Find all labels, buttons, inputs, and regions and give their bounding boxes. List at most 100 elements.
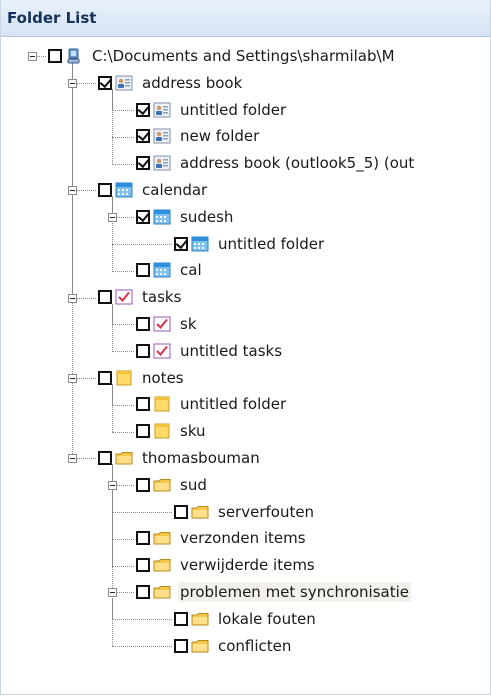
contacts-folder-icon [153, 102, 171, 118]
folder-label: untitled tasks [180, 342, 283, 360]
tree-connector-line [112, 432, 134, 433]
tree-connector-line [112, 110, 134, 111]
tree-item[interactable]: conflicten [174, 633, 293, 659]
tree-connector-line [112, 384, 113, 432]
folder-label: sku [180, 422, 206, 440]
collapse-toggle[interactable] [68, 454, 77, 463]
folder-label: untitled folder [180, 395, 287, 413]
tree-item[interactable]: C:\Documents and Settings\sharmilab\M [48, 43, 397, 69]
tree-item[interactable]: new folder [136, 123, 261, 149]
tree-connector-line [112, 164, 134, 165]
folder-checkbox[interactable] [136, 531, 150, 545]
folder-checkbox[interactable] [136, 317, 150, 331]
folder-checkbox[interactable] [98, 451, 112, 465]
folder-checkbox[interactable] [136, 209, 150, 224]
collapse-toggle[interactable] [108, 213, 117, 222]
tree-item[interactable]: verwijderde items [136, 552, 317, 578]
collapse-toggle[interactable] [108, 481, 117, 490]
tree-item[interactable]: thomasbouman [98, 445, 262, 471]
folder-checkbox[interactable] [136, 344, 150, 358]
folder-checkbox[interactable] [174, 612, 188, 626]
minus-icon [70, 458, 75, 459]
mail-folder-icon [153, 477, 171, 493]
folder-checkbox[interactable] [136, 155, 150, 170]
folder-checkbox[interactable] [136, 128, 150, 143]
minus-icon [110, 592, 115, 593]
tree-item[interactable]: address book [98, 70, 244, 96]
folder-checkbox[interactable] [136, 478, 150, 492]
collapse-toggle[interactable] [68, 294, 77, 303]
minus-icon [70, 378, 75, 379]
tree-connector-line [112, 539, 134, 540]
calendar-folder-icon [115, 182, 133, 198]
folder-label: verwijderde items [180, 556, 315, 574]
tree-item[interactable]: calendar [98, 177, 209, 203]
tree-item[interactable]: sudesh [136, 204, 235, 230]
notes-folder-icon [153, 396, 171, 412]
tree-item[interactable]: sud [136, 472, 209, 498]
folder-checkbox[interactable] [98, 75, 112, 90]
mail-folder-icon [191, 611, 209, 627]
folder-label: lokale fouten [218, 610, 316, 628]
tree-connector-line [112, 196, 113, 270]
folder-checkbox[interactable] [48, 49, 62, 63]
folder-checkbox[interactable] [136, 263, 150, 277]
folder-list-header: Folder List [1, 0, 490, 37]
tree-connector-line [112, 566, 134, 567]
folder-checkbox[interactable] [136, 424, 150, 438]
tasks-folder-icon [115, 289, 133, 305]
folder-label: untitled folder [180, 101, 287, 119]
folder-checkbox[interactable] [98, 183, 112, 197]
tree-item[interactable]: address book (outlook5_5) (out [136, 150, 416, 176]
tree-item[interactable]: lokale fouten [174, 606, 318, 632]
folder-list-title: Folder List [7, 9, 97, 27]
folder-tree[interactable]: C:\Documents and Settings\sharmilab\M add… [1, 37, 490, 694]
folder-checkbox[interactable] [174, 505, 188, 519]
contacts-folder-icon [153, 155, 171, 171]
folder-checkbox[interactable] [136, 102, 150, 117]
tree-connector-line [112, 646, 172, 647]
folder-label: serverfouten [218, 503, 315, 521]
tasks-folder-icon [153, 343, 171, 359]
folder-checkbox[interactable] [174, 639, 188, 653]
collapse-toggle[interactable] [68, 186, 77, 195]
folder-label: cal [180, 261, 202, 279]
folder-checkbox[interactable] [136, 397, 150, 411]
folder-label: untitled folder [218, 235, 325, 253]
check-mark-icon [137, 102, 150, 116]
tree-connector-line [112, 598, 113, 646]
folder-checkbox[interactable] [174, 236, 188, 251]
tree-item[interactable]: sku [136, 418, 208, 444]
tree-connector-line [72, 62, 73, 458]
contacts-folder-icon [115, 75, 133, 91]
tree-item[interactable]: sk [136, 311, 199, 337]
tree-item[interactable]: untitled folder [136, 97, 288, 123]
folder-checkbox[interactable] [98, 371, 112, 385]
tree-item[interactable]: tasks [98, 284, 183, 310]
tree-connector-line [112, 89, 113, 163]
tree-item[interactable]: cal [136, 257, 204, 283]
tree-item[interactable]: untitled folder [174, 231, 326, 257]
folder-checkbox[interactable] [136, 558, 150, 572]
collapse-toggle[interactable] [68, 374, 77, 383]
mail-folder-icon [153, 584, 171, 600]
folder-checkbox[interactable] [98, 290, 112, 304]
mail-folder-icon [191, 504, 209, 520]
folder-label: sud [180, 476, 207, 494]
tasks-folder-icon [153, 316, 171, 332]
collapse-toggle[interactable] [108, 588, 117, 597]
tree-item[interactable]: untitled tasks [136, 338, 284, 364]
collapse-toggle[interactable] [68, 79, 77, 88]
tree-item[interactable]: verzonden items [136, 525, 308, 551]
check-mark-icon [137, 209, 150, 223]
folder-checkbox[interactable] [136, 585, 150, 599]
minus-icon [110, 217, 115, 218]
tree-connector-line [112, 137, 134, 138]
tree-item[interactable]: serverfouten [174, 499, 316, 525]
tree-item[interactable]: problemen met synchronisatie [136, 579, 411, 605]
calendar-folder-icon [153, 209, 171, 225]
minus-icon [70, 190, 75, 191]
tree-item[interactable]: untitled folder [136, 391, 288, 417]
collapse-toggle[interactable] [28, 52, 37, 61]
tree-item[interactable]: notes [98, 365, 186, 391]
